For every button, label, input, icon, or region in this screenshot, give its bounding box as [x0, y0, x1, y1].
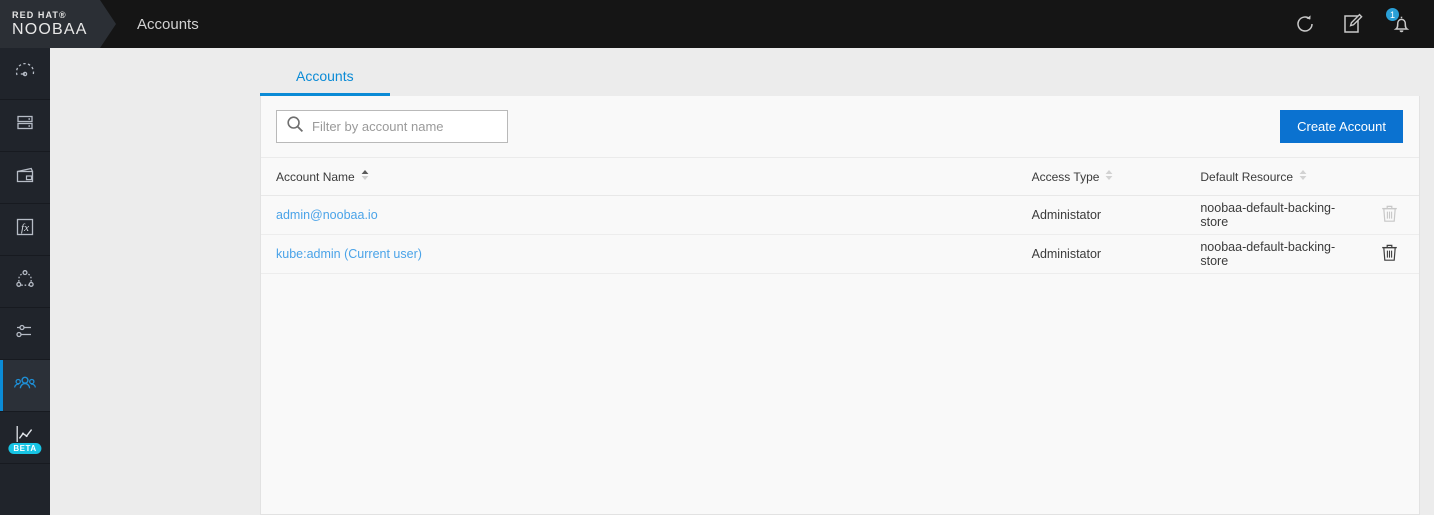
account-link[interactable]: kube:admin (Current user) — [276, 247, 422, 261]
sidebar-item-settings[interactable] — [0, 308, 50, 360]
cell-account-name: kube:admin (Current user) — [261, 234, 1032, 274]
cell-delete — [1359, 195, 1419, 235]
search-icon — [286, 115, 304, 138]
logo-redhat-text: RED HAT® — [12, 9, 67, 20]
column-account-name-label: Account Name — [276, 169, 355, 184]
sidebar-item-analytics[interactable]: BETA — [0, 412, 50, 464]
tab-accounts[interactable]: Accounts — [260, 68, 390, 96]
table-row[interactable]: admin@noobaa.io Administator noobaa-defa… — [261, 195, 1419, 235]
cell-delete — [1359, 234, 1419, 274]
account-link[interactable]: admin@noobaa.io — [276, 208, 378, 222]
sidebar-rail: fx BETA — [0, 48, 50, 515]
sliders-icon — [13, 319, 37, 348]
accounts-table: Account Name Access Type Default Resourc… — [261, 158, 1419, 274]
notifications-bell-icon[interactable]: 1 — [1385, 7, 1416, 39]
brand-logo[interactable]: RED HAT® NOOBAA — [0, 0, 116, 48]
panel-toolbar: Create Account — [261, 96, 1419, 158]
accounts-panel: Create Account Account Name — [260, 96, 1420, 515]
sidebar-item-resources[interactable] — [0, 100, 50, 152]
cell-account-name: admin@noobaa.io — [261, 195, 1032, 235]
column-access-type-label: Access Type — [1031, 169, 1100, 184]
sidebar-item-buckets[interactable] — [0, 152, 50, 204]
beta-badge: BETA — [8, 443, 42, 454]
people-icon — [12, 370, 38, 401]
sidebar-item-overview[interactable] — [0, 48, 50, 100]
table-head: Account Name Access Type Default Resourc… — [261, 158, 1419, 196]
column-default-resource[interactable]: Default Resource — [1200, 158, 1360, 196]
topbar-actions: 1 — [1290, 7, 1434, 39]
sidebar-item-namespace[interactable] — [0, 256, 50, 308]
sidebar-item-functions[interactable]: fx — [0, 204, 50, 256]
fx-icon: fx — [13, 215, 37, 244]
server-stack-icon — [13, 111, 37, 140]
page-title: Accounts — [137, 15, 199, 33]
content-gutter — [50, 48, 260, 515]
create-account-button[interactable]: Create Account — [1280, 110, 1403, 143]
nodes-graph-icon — [13, 267, 37, 296]
sort-arrows-icon — [361, 169, 369, 184]
table-row[interactable]: kube:admin (Current user) Administator n… — [261, 234, 1419, 274]
delete-account-icon[interactable] — [1381, 204, 1398, 223]
delete-account-icon[interactable] — [1381, 243, 1398, 262]
cell-default-resource: noobaa-default-backing-store — [1200, 234, 1360, 274]
cell-default-resource: noobaa-default-backing-store — [1200, 195, 1360, 235]
top-bar: RED HAT® NOOBAA Accounts 1 — [0, 0, 1434, 48]
search-box[interactable] — [276, 110, 508, 143]
cell-access-type: Administator — [1031, 234, 1201, 274]
gauge-icon — [13, 59, 37, 88]
sort-arrows-icon — [1299, 169, 1307, 184]
column-delete — [1359, 158, 1419, 196]
sort-arrows-icon — [1105, 169, 1113, 184]
notification-count-badge: 1 — [1385, 7, 1400, 22]
search-input[interactable] — [312, 119, 498, 134]
table-header-row: Account Name Access Type Default Resourc… — [261, 158, 1419, 196]
svg-text:fx: fx — [21, 222, 29, 234]
notes-icon[interactable] — [1338, 9, 1368, 39]
refresh-icon[interactable] — [1290, 9, 1320, 39]
main-content: Accounts Create Account — [260, 48, 1434, 515]
table-body: admin@noobaa.io Administator noobaa-defa… — [261, 195, 1419, 274]
tab-bar: Accounts — [260, 48, 1434, 96]
cell-access-type: Administator — [1031, 195, 1201, 235]
column-account-name[interactable]: Account Name — [261, 158, 1032, 196]
column-access-type[interactable]: Access Type — [1031, 158, 1201, 196]
sidebar-item-accounts[interactable] — [0, 360, 50, 412]
column-default-resource-label: Default Resource — [1200, 169, 1294, 184]
logo-noobaa-text: NOOBAA — [12, 20, 88, 38]
bucket-icon — [13, 163, 37, 192]
tab-accounts-label: Accounts — [296, 68, 354, 84]
